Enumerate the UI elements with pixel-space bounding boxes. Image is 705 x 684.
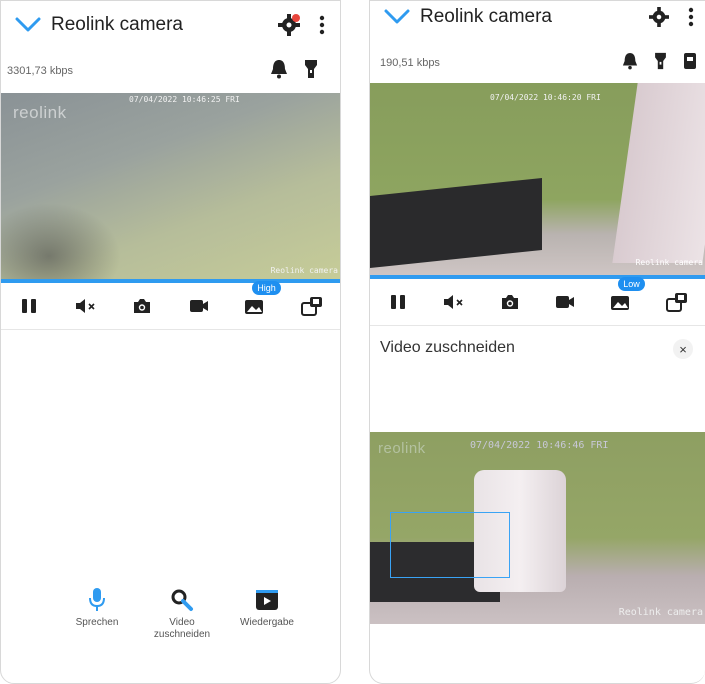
left-live-view-screen: Reolink camera 3301,73 kbps reolink 07/0… (0, 0, 341, 684)
playback-icon (256, 590, 278, 610)
mute-button[interactable] (441, 289, 467, 315)
alarm-bell-icon[interactable] (270, 59, 288, 79)
mute-button[interactable] (73, 293, 99, 319)
switch-stream-button[interactable] (299, 293, 325, 319)
osd-camera-name: Reolink camera (618, 607, 703, 618)
switch-stream-button[interactable] (664, 289, 690, 315)
close-icon: × (679, 341, 687, 357)
record-button[interactable] (186, 293, 212, 319)
alarm-bell-icon[interactable] (622, 52, 638, 70)
flashlight-icon[interactable] (304, 59, 318, 79)
pause-icon (22, 299, 37, 313)
playback-action[interactable]: Wiedergabe (227, 583, 307, 641)
bitrate-label: 190,51 kbps (380, 57, 440, 69)
video-record-icon (189, 300, 208, 312)
speaker-muted-icon (75, 299, 95, 313)
camera-icon (501, 295, 518, 309)
top-bar: Reolink camera (1, 1, 340, 49)
talk-label: Sprechen (75, 617, 119, 628)
snapshot-button[interactable] (129, 293, 155, 319)
osd-timestamp: 07/04/2022 10:46:46 FRI (470, 440, 609, 451)
record-button[interactable] (552, 289, 578, 315)
control-bar: High (1, 281, 340, 330)
quality-toggle-button[interactable]: High (242, 281, 281, 319)
playback-label: Wiedergabe (240, 617, 294, 628)
close-button[interactable]: × (673, 339, 693, 359)
camera-icon (134, 299, 151, 313)
flashlight-icon[interactable] (654, 52, 667, 70)
video-white-object (612, 83, 705, 263)
osd-camera-name: Reolink camera (270, 266, 338, 275)
quality-toggle-button[interactable]: Low (608, 277, 645, 315)
camera-title: Reolink camera (420, 6, 552, 27)
more-menu-icon[interactable] (687, 6, 695, 28)
crop-selection-box[interactable] (390, 512, 510, 578)
quality-badge: High (252, 281, 281, 295)
more-menu-icon[interactable] (318, 14, 326, 36)
live-video-feed[interactable]: reolink 07/04/2022 10:46:25 FRI Reolink … (1, 93, 340, 279)
chevron-down-icon[interactable] (384, 7, 410, 27)
talk-action[interactable]: Sprechen (57, 583, 137, 641)
pause-icon (390, 295, 405, 309)
reolink-watermark: reolink (13, 103, 67, 122)
video-blur-shadow (1, 203, 121, 279)
pause-button[interactable] (385, 289, 411, 315)
top-bar: Reolink camera (370, 1, 705, 41)
crop-video-label: Video zuschneiden (153, 617, 211, 640)
live-video-feed[interactable]: 07/04/2022 10:46:20 FRI Reolink camera (370, 83, 705, 277)
settings-gear-icon[interactable] (649, 7, 669, 27)
crop-panel-title: Video zuschneiden (380, 339, 515, 356)
image-quality-icon (611, 296, 630, 310)
camera-title: Reolink camera (51, 14, 183, 35)
video-dark-box (370, 177, 542, 269)
crop-video-action[interactable]: Video zuschneiden (142, 583, 222, 641)
osd-timestamp: 07/04/2022 10:46:25 FRI (129, 95, 240, 104)
right-crop-view-screen: Reolink camera 190,51 kbps 07/04/2022 10… (369, 0, 705, 684)
zoom-search-icon (171, 589, 193, 611)
chevron-down-icon[interactable] (15, 15, 41, 35)
crop-video-preview[interactable]: reolink 07/04/2022 10:46:46 FRI Reolink … (370, 432, 705, 624)
reolink-watermark: reolink (378, 440, 426, 457)
control-bar: Low (370, 277, 705, 326)
bitrate-label: 3301,73 kbps (7, 65, 74, 77)
quality-badge: Low (618, 277, 645, 291)
picture-in-picture-icon (666, 293, 688, 312)
video-record-icon (556, 296, 575, 308)
settings-gear-icon[interactable] (278, 14, 300, 36)
osd-timestamp: 07/04/2022 10:46:20 FRI (490, 93, 601, 102)
bottom-actions: Sprechen Video zuschneiden Wiedergabe (57, 583, 307, 641)
notification-dot (292, 14, 300, 22)
doorbell-icon[interactable] (683, 52, 697, 70)
osd-camera-name: Reolink camera (635, 258, 703, 267)
speaker-muted-icon (443, 295, 463, 309)
pause-button[interactable] (16, 293, 42, 319)
snapshot-button[interactable] (497, 289, 523, 315)
microphone-icon (89, 588, 105, 611)
picture-in-picture-icon (300, 297, 322, 316)
image-quality-icon (245, 300, 264, 314)
